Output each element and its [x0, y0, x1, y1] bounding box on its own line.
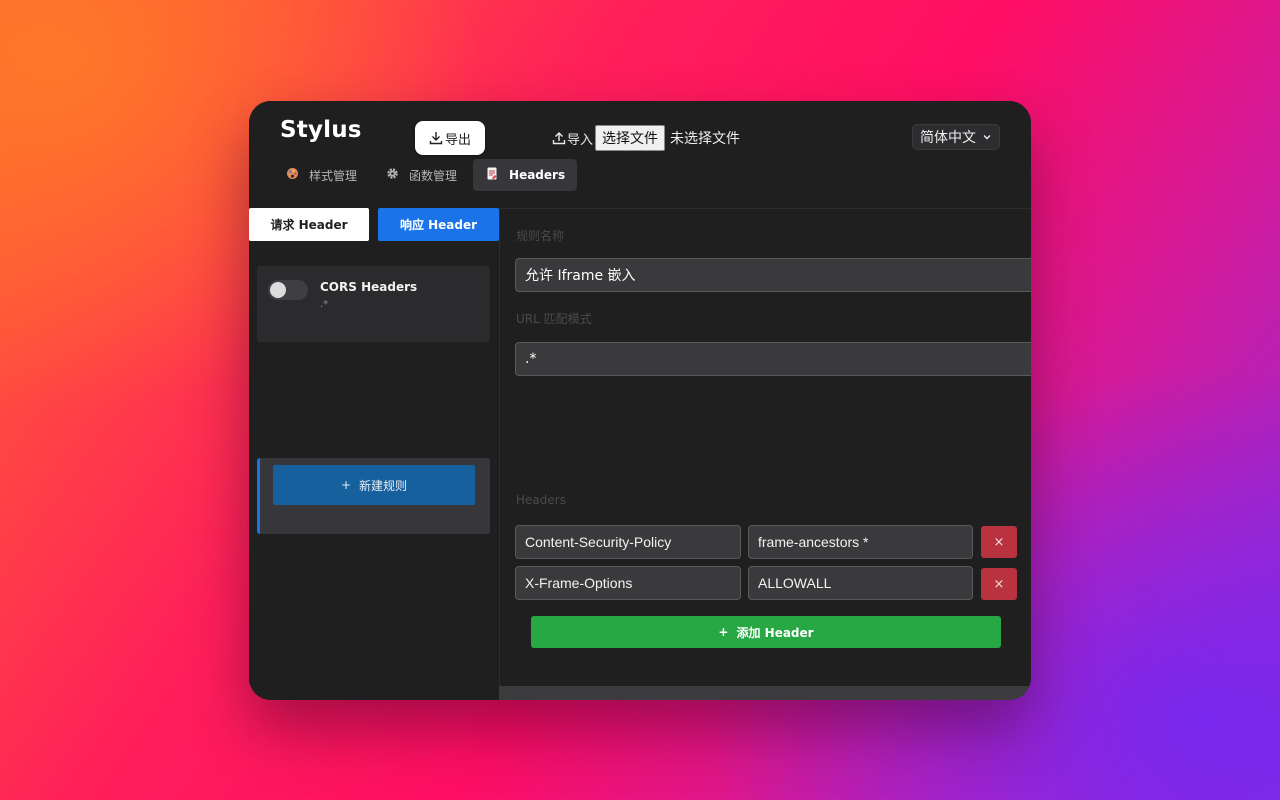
rule-editor: 规则名称 允许 Iframe 嵌入 URL 匹配模式 .* Headers Co…	[499, 208, 1031, 700]
no-file-text: 未选择文件	[670, 131, 741, 147]
add-header-button[interactable]: + 添加 Header	[531, 616, 1001, 648]
url-pattern-input[interactable]: .*	[515, 342, 1031, 376]
header-name-input[interactable]: Content-Security-Policy	[515, 525, 741, 559]
rules-sidebar: 请求 Header 响应 Header CORS Headers .* + 新建…	[249, 208, 500, 700]
app-logo: Stylus	[280, 117, 362, 143]
tab-style-management[interactable]: 样式管理	[273, 159, 369, 191]
import-area: 导入 选择文件 未选择文件	[552, 125, 740, 151]
export-button[interactable]: 导出	[415, 121, 485, 155]
header-value-input[interactable]: frame-ancestors *	[748, 525, 973, 559]
plus-icon: +	[718, 625, 729, 639]
header-value-input[interactable]: ALLOWALL	[748, 566, 973, 600]
export-label: 导出	[444, 132, 471, 148]
toggle-knob	[270, 282, 286, 298]
main-tabs: 样式管理 函数管理 Headers	[273, 159, 578, 191]
new-rule-label: 新建规则	[359, 478, 408, 493]
rule-pattern: .*	[320, 299, 329, 310]
upload-icon	[552, 132, 566, 145]
headers-label: Headers	[516, 493, 566, 507]
language-select[interactable]: 简体中文	[912, 124, 1000, 150]
rule-toggle[interactable]	[268, 280, 308, 300]
request-header-tab[interactable]: 请求 Header	[249, 208, 369, 241]
close-icon: ×	[993, 576, 1005, 592]
top-bar: Stylus 导出 导入 选择文件 未选择文件 简体中文 样式管理 函数管理 H…	[249, 101, 1031, 209]
tab-label: 样式管理	[309, 168, 358, 183]
language-value: 简体中文	[920, 130, 976, 146]
new-rule-button[interactable]: + 新建规则	[273, 465, 475, 505]
gear-icon	[385, 167, 399, 183]
document-icon	[485, 167, 499, 183]
app-window: Stylus 导出 导入 选择文件 未选择文件 简体中文 样式管理 函数管理 H…	[249, 101, 1031, 700]
close-icon: ×	[993, 534, 1005, 550]
tab-function-management[interactable]: 函数管理	[373, 159, 469, 191]
plus-icon: +	[340, 478, 352, 492]
rule-name: CORS Headers	[320, 280, 418, 294]
url-pattern-label: URL 匹配模式	[516, 312, 592, 326]
chevron-down-icon	[983, 135, 991, 140]
tab-label: Headers	[509, 168, 566, 182]
import-label: 导入	[567, 132, 594, 148]
delete-header-button[interactable]: ×	[981, 568, 1017, 600]
delete-header-button[interactable]: ×	[981, 526, 1017, 558]
header-name-input[interactable]: X-Frame-Options	[515, 566, 741, 600]
tab-headers[interactable]: Headers	[473, 159, 578, 191]
add-header-label: 添加 Header	[736, 625, 814, 640]
choose-file-button[interactable]: 选择文件	[595, 125, 666, 151]
rule-name-label: 规则名称	[516, 229, 565, 243]
palette-icon	[285, 167, 299, 183]
tab-label: 函数管理	[409, 168, 458, 183]
rule-item-cors-headers[interactable]: CORS Headers .*	[257, 266, 490, 342]
response-header-tab[interactable]: 响应 Header	[378, 208, 499, 241]
rule-name-input[interactable]: 允许 Iframe 嵌入	[515, 258, 1031, 292]
horizontal-scrollbar[interactable]	[499, 686, 1031, 700]
download-icon	[429, 132, 443, 145]
import-label-wrap: 导入	[552, 129, 593, 148]
